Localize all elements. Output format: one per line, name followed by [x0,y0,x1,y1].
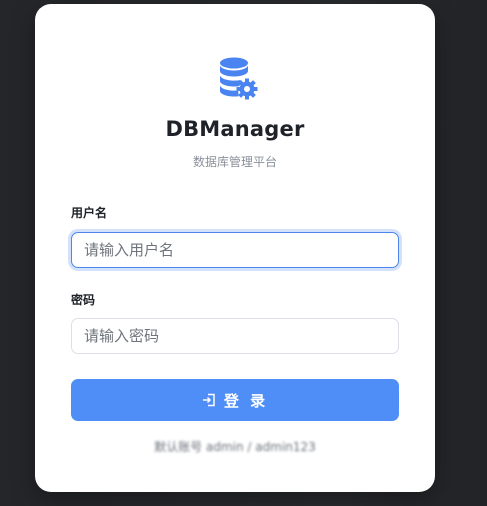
username-input[interactable] [72,233,398,267]
username-field-wrapper [71,232,399,268]
login-page: DBManager 数据库管理平台 用户名 密码 登 录 默认账号 admin … [0,0,487,506]
username-label: 用户名 [71,206,108,220]
login-icon [202,393,215,407]
login-button[interactable]: 登 录 [71,379,399,421]
login-card: DBManager 数据库管理平台 用户名 密码 登 录 默认账号 admin … [35,4,435,492]
password-input[interactable] [72,319,398,353]
default-credentials-hint: 默认账号 admin / admin123 [154,440,316,454]
app-subtitle: 数据库管理平台 [192,155,277,169]
password-field-wrapper [71,318,399,354]
password-label: 密码 [71,293,96,307]
login-button-label: 登 录 [223,391,269,410]
app-title: DBManager [165,117,305,141]
database-gear-icon [220,57,258,100]
